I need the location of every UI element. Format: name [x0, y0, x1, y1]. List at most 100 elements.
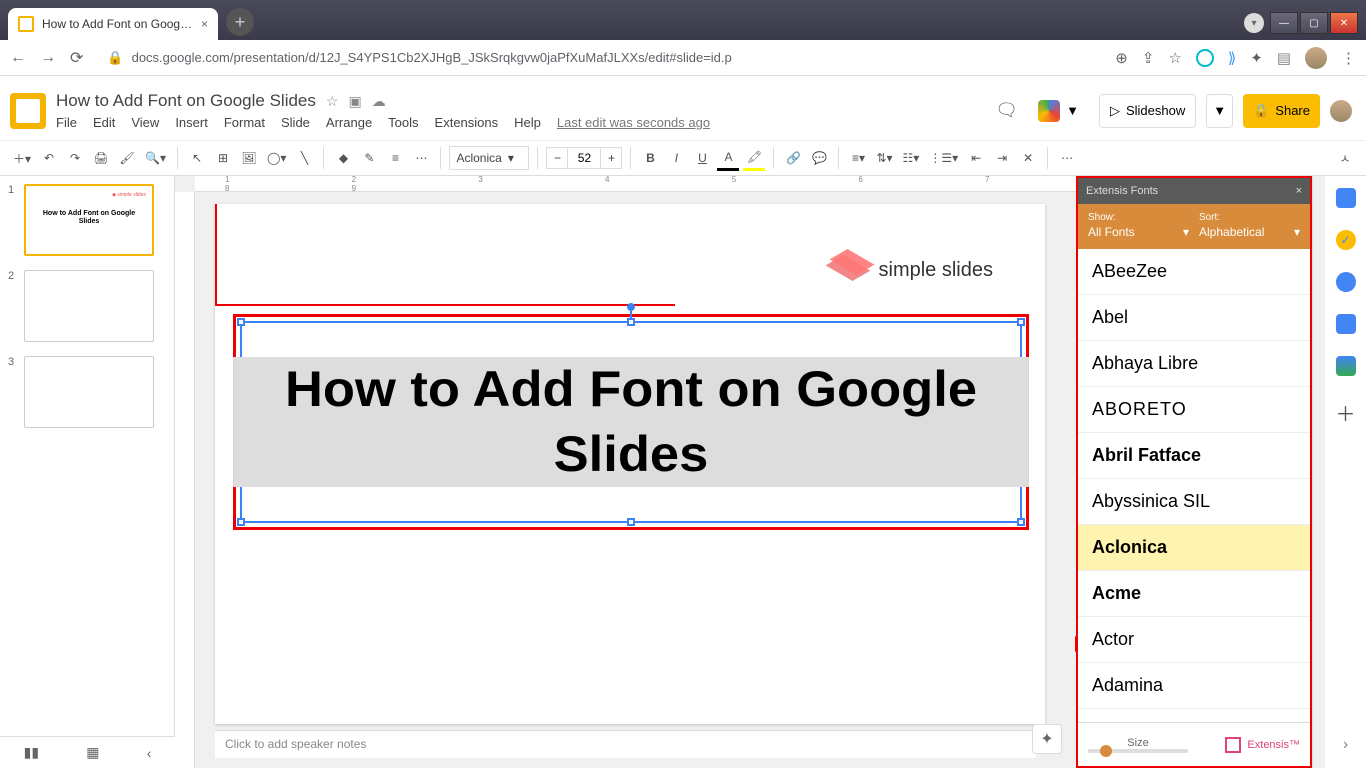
print-button[interactable]: 🖨 [90, 145, 112, 171]
border-weight[interactable]: ≡ [384, 145, 406, 171]
move-icon[interactable]: ▣ [348, 93, 361, 110]
resize-handle[interactable] [627, 518, 635, 526]
kebab-icon[interactable]: ⋮ [1341, 49, 1356, 67]
extension-1-icon[interactable] [1196, 49, 1214, 67]
link-button[interactable]: 🔗 [782, 145, 804, 171]
font-item-abril[interactable]: Abril Fatface [1078, 433, 1310, 479]
contacts-icon[interactable] [1336, 314, 1356, 334]
keep-icon[interactable] [1336, 230, 1356, 250]
back-icon[interactable]: ← [10, 49, 26, 67]
indent-decrease[interactable]: ⇤ [965, 145, 987, 171]
slide-canvas[interactable]: simple slides How to Add Font on Google … [215, 204, 1045, 724]
filmstrip-view-icon[interactable]: ▮▮ [24, 744, 39, 761]
menu-insert[interactable]: Insert [175, 115, 208, 130]
extensions-icon[interactable]: ✦ [1250, 49, 1263, 67]
font-item-abyssinica[interactable]: Abyssinica SIL [1078, 479, 1310, 525]
menu-arrange[interactable]: Arrange [326, 115, 372, 130]
font-item-abhaya[interactable]: Abhaya Libre [1078, 341, 1310, 387]
font-dropdown[interactable]: Aclonica▾ [449, 146, 529, 170]
size-slider[interactable] [1088, 749, 1188, 753]
comments-icon[interactable]: 🗨 [995, 100, 1018, 121]
addons-plus-icon[interactable]: ＋ [1336, 398, 1356, 427]
text-color[interactable]: A [717, 145, 739, 171]
menu-file[interactable]: File [56, 115, 77, 130]
extensis-brand[interactable]: Extensis™ [1225, 737, 1300, 753]
calendar-icon[interactable] [1336, 188, 1356, 208]
menu-view[interactable]: View [131, 115, 159, 130]
slide-thumb-2[interactable] [24, 270, 154, 342]
reading-list-icon[interactable]: ▤ [1277, 49, 1291, 67]
indent-increase[interactable]: ⇥ [991, 145, 1013, 171]
zoom-button[interactable]: 🔍▾ [142, 145, 169, 171]
font-item-adamina[interactable]: Adamina [1078, 663, 1310, 709]
menu-tools[interactable]: Tools [388, 115, 418, 130]
line-spacing-button[interactable]: ⇅▾ [873, 145, 895, 171]
resize-handle[interactable] [1017, 518, 1025, 526]
menu-format[interactable]: Format [224, 115, 265, 130]
size-increase[interactable]: + [600, 147, 622, 169]
hide-menus-icon[interactable]: ㅅ [1334, 145, 1356, 171]
font-item-aboreto[interactable]: ABORETO [1078, 387, 1310, 433]
speaker-notes[interactable]: Click to add speaker notes [215, 730, 1036, 758]
resize-handle[interactable] [237, 318, 245, 326]
undo-button[interactable]: ↶ [38, 145, 60, 171]
window-maximize[interactable]: ▢ [1300, 12, 1328, 34]
align-button[interactable]: ≡▾ [847, 145, 869, 171]
hide-rail-icon[interactable]: › [1343, 736, 1348, 754]
window-close[interactable]: ✕ [1330, 12, 1358, 34]
shape-tool[interactable]: ◯▾ [264, 145, 289, 171]
clear-format[interactable]: ✕ [1017, 145, 1039, 171]
font-item-aclonica[interactable]: Aclonica [1078, 525, 1310, 571]
paint-format-button[interactable]: 🖌 [116, 145, 138, 171]
new-tab-button[interactable]: + [226, 8, 254, 36]
font-item-acme[interactable]: Acme [1078, 571, 1310, 617]
resize-handle[interactable] [627, 318, 635, 326]
url-field[interactable]: 🔒 docs.google.com/presentation/d/12J_S4Y… [97, 50, 1101, 66]
slideshow-button[interactable]: ▷ Slideshow [1099, 94, 1196, 128]
font-list[interactable]: ABeeZee Abel Abhaya Libre ABORETO Abril … [1078, 249, 1310, 722]
tasks-icon[interactable] [1336, 272, 1356, 292]
panel-scrollbar[interactable] [1312, 176, 1324, 768]
panel-close-icon[interactable]: × [1296, 185, 1302, 197]
browser-tab[interactable]: How to Add Font on Google Slides × [8, 8, 218, 40]
bold-button[interactable]: B [639, 145, 661, 171]
tab-close-icon[interactable]: × [201, 17, 208, 31]
collapse-icon[interactable]: ‹ [147, 745, 152, 761]
zoom-icon[interactable]: ⊕ [1115, 49, 1128, 67]
cast-icon[interactable]: ⟫ [1228, 49, 1236, 67]
border-color[interactable]: ✎ [358, 145, 380, 171]
slideshow-dropdown[interactable]: ▼ [1206, 94, 1233, 128]
resize-handle[interactable] [1017, 318, 1025, 326]
cloud-icon[interactable]: ☁ [372, 93, 386, 110]
menu-slide[interactable]: Slide [281, 115, 310, 130]
image-tool[interactable]: 🖼 [238, 145, 260, 171]
reload-icon[interactable]: ⟳ [70, 48, 83, 68]
slide-thumb-1[interactable]: ◆ simple slides How to Add Font on Googl… [24, 184, 154, 256]
show-dropdown[interactable]: All Fonts▾ [1088, 225, 1189, 239]
title-textbox[interactable]: How to Add Font on Google Slides [240, 321, 1022, 523]
maps-icon[interactable] [1336, 356, 1356, 376]
numbered-list-button[interactable]: ☷▾ [900, 145, 923, 171]
bulleted-list-button[interactable]: ⋮☰▾ [926, 145, 961, 171]
menu-extensions[interactable]: Extensions [435, 115, 499, 130]
size-decrease[interactable]: − [546, 147, 568, 169]
font-item-abeezee[interactable]: ABeeZee [1078, 249, 1310, 295]
italic-button[interactable]: I [665, 145, 687, 171]
comment-button[interactable]: 💬 [808, 145, 830, 171]
forward-icon[interactable]: → [40, 49, 56, 67]
slides-logo[interactable] [10, 93, 46, 129]
share-button[interactable]: 🔒 Share [1243, 94, 1320, 128]
font-item-abel[interactable]: Abel [1078, 295, 1310, 341]
resize-handle[interactable] [237, 518, 245, 526]
line-tool[interactable]: ╲ [293, 145, 315, 171]
window-minimize[interactable]: — [1270, 12, 1298, 34]
grid-view-icon[interactable]: ▦ [86, 744, 99, 761]
explore-button[interactable]: ✦ [1032, 724, 1062, 754]
highlight-color[interactable]: 🖍 [743, 145, 765, 171]
last-edit[interactable]: Last edit was seconds ago [557, 115, 710, 130]
title-text[interactable]: How to Add Font on Google Slides [233, 357, 1029, 487]
select-tool[interactable]: ↖ [186, 145, 208, 171]
fill-color[interactable]: ◆ [332, 145, 354, 171]
menu-help[interactable]: Help [514, 115, 541, 130]
sort-dropdown[interactable]: Alphabetical▾ [1199, 225, 1300, 239]
